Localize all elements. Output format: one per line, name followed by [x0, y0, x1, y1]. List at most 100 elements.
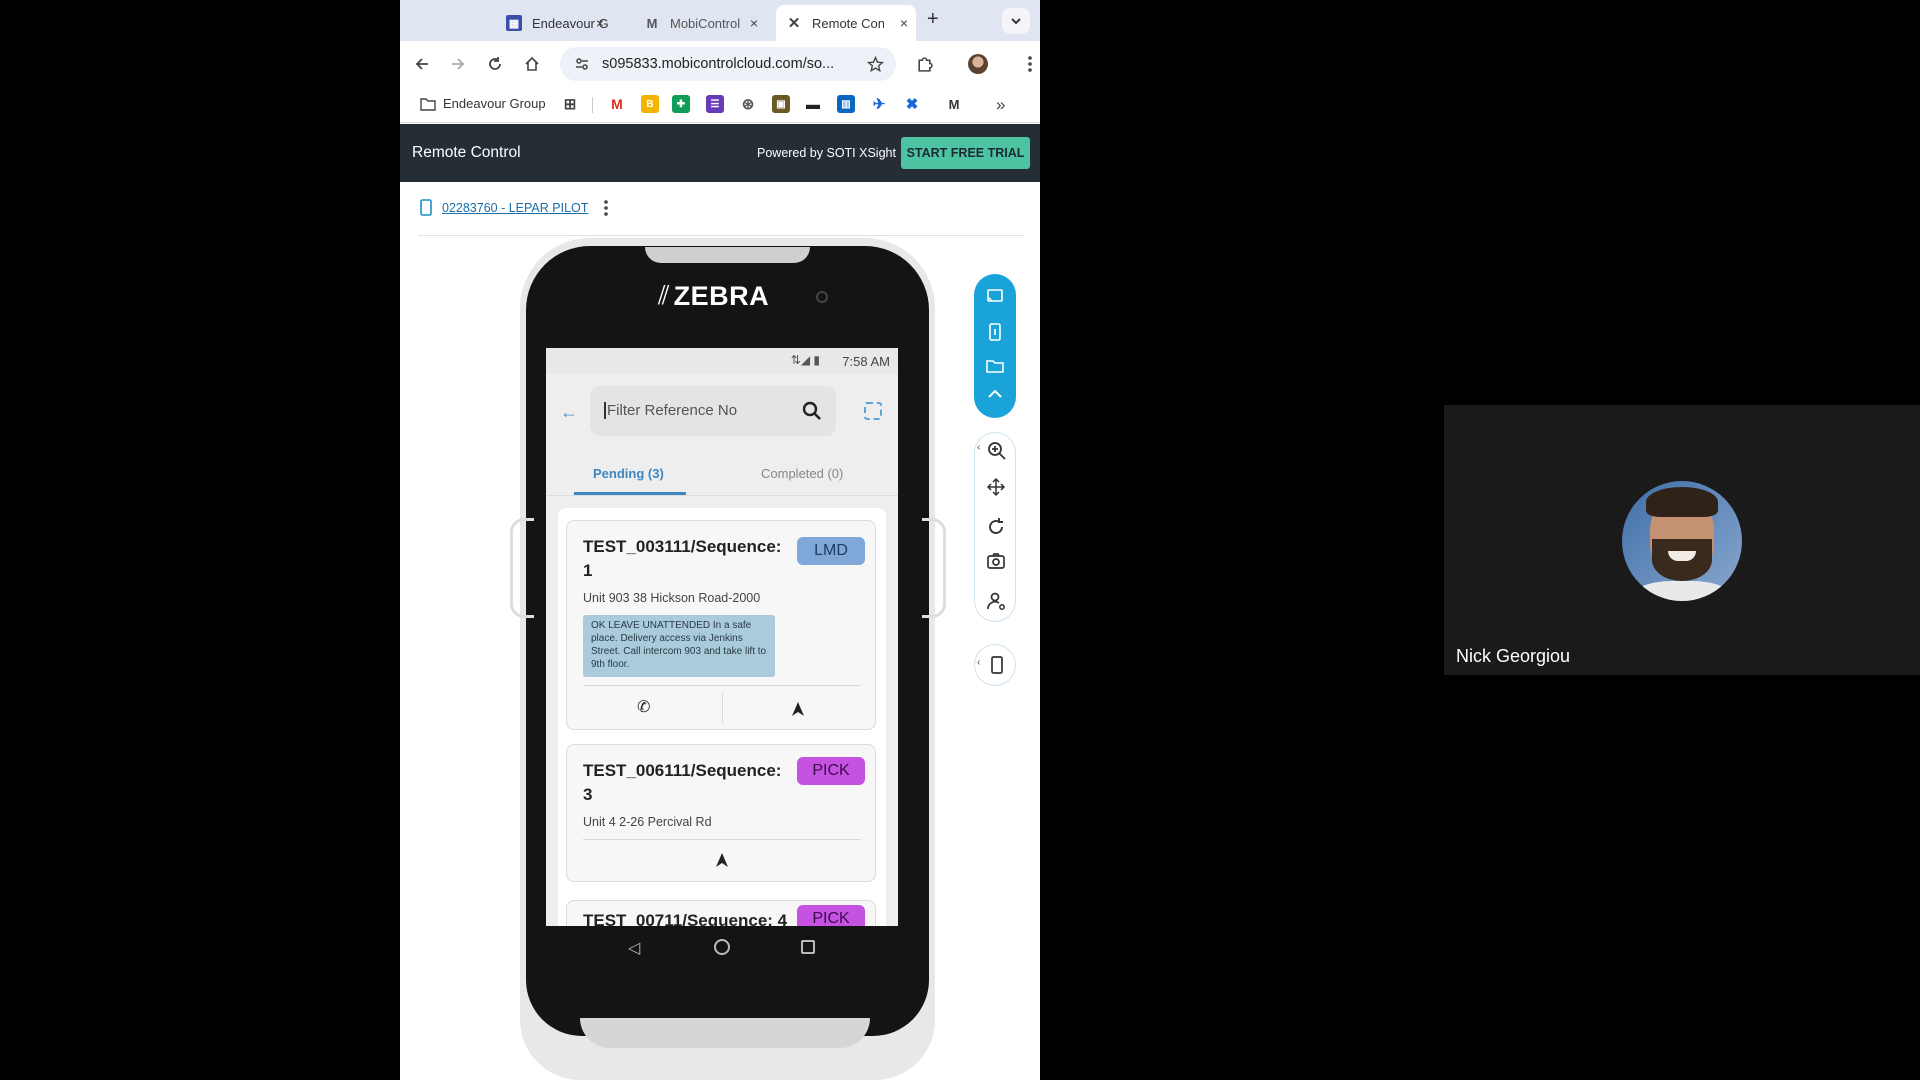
delivery-address: Unit 4 2-26 Percival Rd	[583, 815, 712, 829]
apps-grid-icon[interactable]: ⊞	[561, 95, 579, 113]
close-tab-icon[interactable]: ×	[750, 15, 758, 31]
navigate-button[interactable]	[791, 701, 805, 717]
back-button[interactable]	[410, 52, 434, 76]
reference-line-2: 1	[583, 561, 593, 580]
tab-remote-control[interactable]: ✕ Remote Cont ×	[776, 5, 916, 41]
new-tab-button[interactable]: +	[927, 8, 939, 31]
status-badge-lmd: LMD	[797, 537, 865, 565]
delivery-card[interactable]: TEST_006111/Sequence: 3 PICK Unit 4 2-26…	[566, 744, 876, 882]
rotate-icon[interactable]	[984, 515, 1008, 539]
bookmark-label: Endeavour Group	[443, 96, 546, 111]
device-screen[interactable]: ⇅◢ ▮ 7:58 AM ← Filter Reference No Pendi…	[546, 348, 898, 926]
reload-button[interactable]	[483, 52, 507, 76]
camera-icon[interactable]	[984, 549, 1008, 573]
puzzle-icon	[917, 56, 933, 72]
jira-icon[interactable]: ✈	[870, 95, 888, 113]
chevron-up-icon[interactable]	[983, 382, 1007, 406]
reference-line-1: TEST_00711/Sequence: 4	[583, 911, 788, 926]
profile-avatar[interactable]	[968, 54, 988, 74]
soti-icon: ✕	[787, 15, 801, 32]
home-icon	[525, 56, 539, 71]
search-icon[interactable]	[802, 401, 822, 421]
tab-endeavour[interactable]: ▦ Endeavour Gr ×	[496, 5, 612, 41]
android-home-button[interactable]	[714, 939, 730, 955]
tab-mobicontrol[interactable]: M MobiControl ×	[634, 5, 766, 41]
gmail-icon[interactable]: M	[608, 95, 626, 113]
extensions-button[interactable]	[912, 52, 936, 76]
device-info-icon[interactable]	[983, 320, 1007, 344]
zebra-logo: ⫽ ZEBRA	[658, 280, 769, 312]
status-time: 7:58 AM	[842, 354, 890, 369]
android-recents-button[interactable]	[801, 940, 815, 954]
reference-line-2: 3	[583, 785, 593, 804]
zoom-in-icon[interactable]	[985, 439, 1009, 463]
folder-icon[interactable]	[983, 354, 1007, 378]
web-globe-icon[interactable]: ⊛	[739, 95, 757, 113]
screen-cast-icon[interactable]	[983, 284, 1007, 308]
arrow-right-icon	[452, 58, 465, 70]
star-icon[interactable]	[867, 55, 884, 73]
call-button[interactable]: ✆	[637, 697, 650, 717]
tab-search-button[interactable]	[1002, 8, 1030, 34]
device-view-group: ‹	[974, 644, 1016, 686]
status-bar: ⇅◢ ▮ 7:58 AM	[546, 348, 898, 374]
phone-icon: ✆	[637, 699, 651, 716]
browser-toolbar: s095833.mobicontrolcloud.com/so...	[400, 41, 1040, 87]
user-settings-icon[interactable]	[984, 589, 1008, 613]
participant-name: Nick Georgiou	[1456, 646, 1571, 666]
close-tab-icon[interactable]: ×	[596, 15, 604, 31]
bookmark-truck-icon[interactable]: ▬	[804, 95, 822, 113]
android-nav-bar: ◁	[546, 926, 898, 974]
forward-button[interactable]	[446, 52, 470, 76]
android-back-button[interactable]: ◁	[628, 938, 640, 958]
tab-completed[interactable]: Completed (0)	[761, 466, 843, 481]
delivery-address: Unit 903 38 Hickson Road-2000	[583, 591, 761, 605]
arrow-left-icon	[415, 58, 428, 70]
card-divider	[583, 685, 861, 686]
delivery-card[interactable]: TEST_003111/Sequence: 1 LMD Unit 903 38 …	[566, 520, 876, 730]
reference-line-1: TEST_006111/Sequence:	[583, 761, 782, 780]
search-input[interactable]: Filter Reference No	[604, 402, 737, 419]
device-frame-icon[interactable]	[985, 653, 1009, 677]
bookmark-divider	[592, 97, 593, 113]
device-name-link[interactable]: 02283760 - LEPAR PILOT	[442, 201, 588, 215]
navigate-button[interactable]	[715, 852, 729, 868]
expand-left-icon[interactable]: ‹	[977, 657, 980, 668]
delivery-card[interactable]: TEST_00711/Sequence: 4 PICK	[566, 900, 876, 926]
view-tools-group: ‹	[974, 432, 1016, 622]
earpiece-speaker	[645, 247, 810, 263]
device-menu-icon[interactable]	[604, 200, 608, 216]
participant-video-tile: Nick Georgiou	[1444, 405, 1920, 675]
browser-menu-button[interactable]	[1018, 52, 1040, 76]
signal-icons: ⇅◢ ▮	[790, 353, 820, 367]
bookmark-image-icon[interactable]: ▣	[772, 95, 790, 113]
browser-window: ▦ Endeavour Gr × M MobiControl × ✕ Remot…	[400, 0, 1040, 1080]
app-back-button[interactable]: ←	[560, 402, 578, 423]
tab-title: MobiControl	[670, 15, 740, 31]
expand-left-icon[interactable]: ‹	[977, 442, 980, 453]
chevron-down-icon	[1011, 18, 1021, 25]
google-sites-icon[interactable]: B	[641, 95, 659, 113]
front-camera	[816, 291, 828, 303]
soti-bookmark-icon[interactable]: ✖	[903, 95, 921, 113]
participant-avatar	[1622, 481, 1742, 601]
google-sheets-icon[interactable]: ✚	[672, 95, 690, 113]
more-bookmarks-button[interactable]: »	[996, 95, 1005, 115]
trello-icon[interactable]: ▥	[837, 95, 855, 113]
filter-search-box[interactable]: Filter Reference No	[590, 386, 836, 436]
avatar-hair	[1646, 487, 1718, 517]
mobicontrol-bookmark-icon[interactable]: M	[945, 95, 963, 113]
calendar-icon: ▦	[506, 15, 522, 31]
home-button[interactable]	[520, 52, 544, 76]
delivery-note: OK LEAVE UNATTENDED In a safe place. Del…	[583, 615, 775, 677]
zebra-head-icon: ⫽	[658, 280, 670, 310]
address-bar[interactable]: s095833.mobicontrolcloud.com/so...	[560, 47, 896, 81]
close-tab-icon[interactable]: ×	[900, 15, 908, 31]
google-forms-icon[interactable]: ☰	[706, 95, 724, 113]
tab-pending[interactable]: Pending (3)	[593, 466, 664, 481]
bookmark-folder-endeavour[interactable]: Endeavour Group	[420, 96, 546, 111]
move-icon[interactable]	[984, 475, 1008, 499]
folder-icon	[420, 97, 436, 111]
scan-barcode-icon[interactable]	[864, 402, 882, 420]
start-free-trial-button[interactable]: START FREE TRIAL	[901, 137, 1030, 169]
